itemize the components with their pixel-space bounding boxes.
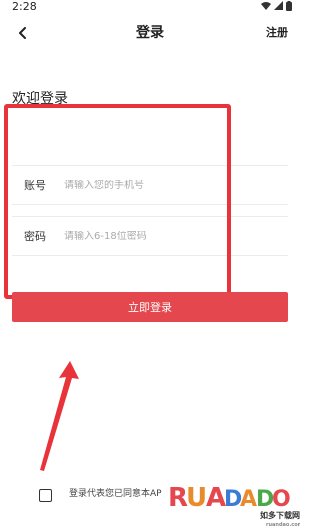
agreement-checkbox[interactable] (39, 489, 52, 502)
svg-text:如多下载网: 如多下载网 (260, 510, 300, 520)
annotation-arrow-icon (40, 361, 79, 471)
battery-icon (286, 1, 292, 11)
svg-text:A: A (240, 487, 257, 512)
svg-text:U: U (186, 483, 207, 513)
page-title: 登录 (136, 25, 164, 41)
signal-icon (274, 1, 283, 10)
wifi-icon (261, 2, 271, 10)
annotation-highlight-box (4, 104, 231, 299)
watermark-logo: R U A D A D O 如多下载网 ruandao.com (168, 483, 300, 528)
svg-text:O: O (272, 487, 291, 512)
login-button[interactable]: 立即登录 (12, 292, 288, 322)
agreement-text: 登录代表您已同意本AP (69, 489, 162, 499)
status-time: 2:28 (12, 0, 37, 13)
register-link[interactable]: 注册 (266, 26, 288, 40)
status-icons (261, 1, 292, 11)
svg-text:ruandao.com: ruandao.com (266, 522, 300, 528)
